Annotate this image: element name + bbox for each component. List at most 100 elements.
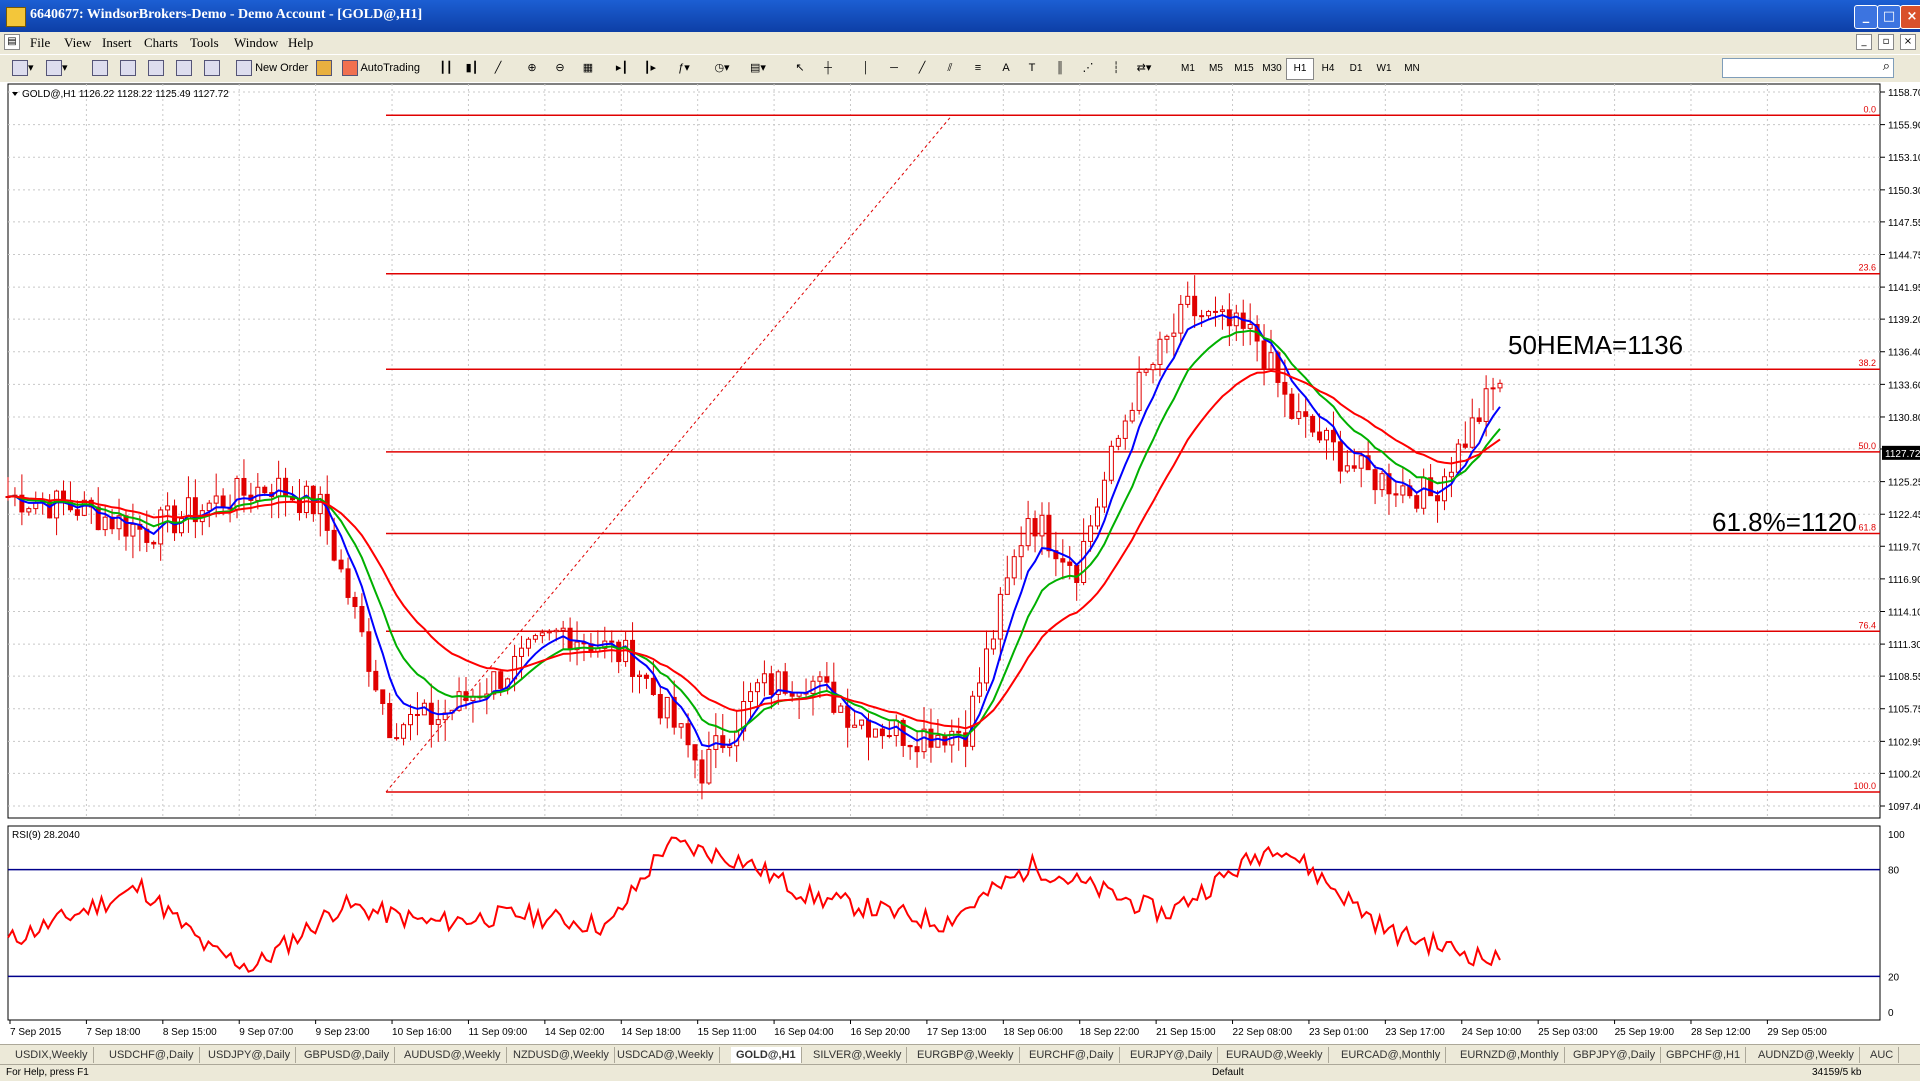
crosshair-icon[interactable]: ┼ [818, 58, 838, 78]
timeframe-d1[interactable]: D1 [1342, 58, 1370, 80]
candle-body [1330, 429, 1336, 443]
templates-icon[interactable]: ▤▾ [748, 58, 768, 78]
timeframe-h1[interactable]: H1 [1286, 58, 1314, 80]
data-window-icon[interactable] [118, 58, 138, 78]
chart-tab[interactable]: EURNZD@,Monthly [1455, 1047, 1565, 1063]
chart-tab[interactable]: AUDNZD@,Weekly [1753, 1047, 1860, 1063]
auto-scroll-icon[interactable]: ▸┃ [612, 58, 632, 78]
chart-tab[interactable]: GBPUSD@,Daily [299, 1047, 396, 1063]
profiles-icon[interactable]: ▾ [46, 58, 68, 78]
candle-body [810, 680, 816, 694]
candle-body [928, 728, 934, 748]
timeframe-m30[interactable]: M30 [1258, 58, 1286, 80]
search-icon: ⌕ [1882, 59, 1890, 74]
strategy-tester-icon[interactable] [202, 58, 222, 78]
zoom-out-icon[interactable]: ⊖ [550, 58, 570, 78]
chart-canvas[interactable]: 1158.70 1155.90 1153.10 1150.30 1147.55 1144.… [0, 82, 1920, 1044]
candle-body [754, 682, 760, 693]
time-tick-label: 25 Sep 19:00 [1615, 1027, 1675, 1038]
trendline-icon[interactable]: ╱ [912, 58, 932, 78]
timeframe-h4[interactable]: H4 [1314, 58, 1342, 80]
vertical-line-icon[interactable]: │ [856, 58, 876, 78]
close-button[interactable]: × [1900, 5, 1920, 29]
arrows-icon[interactable]: ⇄▾ [1134, 58, 1154, 78]
maximize-button[interactable]: □ [1877, 5, 1901, 29]
fibonacci-icon[interactable]: ≡ [968, 58, 988, 78]
bar-chart-icon[interactable]: ┃┃ [436, 58, 456, 78]
menu-tools[interactable]: Tools [190, 35, 219, 51]
timeframe-m5[interactable]: M5 [1202, 58, 1230, 80]
horizontal-line-icon[interactable]: ─ [884, 58, 904, 78]
menu-help[interactable]: Help [288, 35, 313, 51]
chart-tab[interactable]: EURCAD@,Monthly [1336, 1047, 1447, 1063]
text-label-icon[interactable]: T [1022, 58, 1042, 78]
candle-body [1157, 338, 1163, 365]
new-chart-icon[interactable]: ▾ [12, 58, 34, 78]
candle-body [879, 728, 885, 737]
chart-tab[interactable]: GBPCHF@,H1 [1661, 1047, 1747, 1063]
metaeditor-icon[interactable] [314, 58, 334, 78]
mdi-restore-icon[interactable]: ▫ [1878, 34, 1894, 50]
mdi-minimize-icon[interactable]: _ [1856, 34, 1872, 50]
gann-icon[interactable]: ║ [1050, 58, 1070, 78]
equidistant-channel-icon[interactable]: ⫽ [940, 58, 960, 78]
chart-tab[interactable]: EURAUD@,Weekly [1221, 1047, 1329, 1063]
chart-tab[interactable]: EURGBP@,Weekly [912, 1047, 1020, 1063]
terminal-icon[interactable] [174, 58, 194, 78]
candle-body [727, 745, 733, 749]
text-icon[interactable]: A [996, 58, 1016, 78]
main-pane [7, 83, 1881, 819]
search-input[interactable]: ⌕ [1722, 58, 1894, 78]
periods-icon[interactable]: ◷▾ [712, 58, 732, 78]
chart-tab[interactable]: USDJPY@,Daily [203, 1047, 297, 1063]
navigator-icon[interactable] [146, 58, 166, 78]
chart-tab[interactable]: GBPJPY@,Daily [1568, 1047, 1662, 1063]
menu-window[interactable]: Window [234, 35, 278, 51]
mdi-close-icon[interactable]: × [1900, 34, 1916, 50]
candle-body [1233, 312, 1239, 327]
chart-tab[interactable]: AUC [1865, 1047, 1900, 1063]
menu-bar: ▤ File View Insert Charts Tools Window H… [0, 32, 1920, 54]
candle-body [935, 734, 941, 748]
chart-tab[interactable]: USDCAD@,Weekly [612, 1047, 720, 1063]
line-chart-icon[interactable]: ╱ [488, 58, 508, 78]
chart-tab[interactable]: EURJPY@,Daily [1125, 1047, 1219, 1063]
chart-tab[interactable]: AUDUSD@,Weekly [399, 1047, 507, 1063]
menu-insert[interactable]: Insert [102, 35, 132, 51]
menu-view[interactable]: View [64, 35, 91, 51]
candle-body [1108, 445, 1114, 481]
chart-tab[interactable]: EURCHF@,Daily [1024, 1047, 1120, 1063]
fibo-fan-icon[interactable]: ⋰ [1078, 58, 1098, 78]
chart-tab[interactable]: NZDUSD@,Weekly [508, 1047, 615, 1063]
candle-body [657, 693, 663, 719]
market-watch-icon[interactable] [90, 58, 110, 78]
minimize-button[interactable]: _ [1854, 5, 1878, 29]
timeframe-m15[interactable]: M15 [1230, 58, 1258, 80]
autotrading-button[interactable]: AutoTrading [342, 58, 420, 78]
menu-file[interactable]: File [30, 35, 50, 51]
cursor-icon[interactable]: ↖ [790, 58, 810, 78]
timeframe-m1[interactable]: M1 [1174, 58, 1202, 80]
fibo-time-icon[interactable]: ┆ [1106, 58, 1126, 78]
annotation-hema: 50HEMA=1136 [1508, 330, 1683, 360]
indicators-icon[interactable]: ƒ▾ [674, 58, 694, 78]
chart-shift-icon[interactable]: ┃▸ [640, 58, 660, 78]
chart-tab[interactable]: SILVER@,Weekly [808, 1047, 908, 1063]
candlestick-icon[interactable]: ▮┃ [462, 58, 482, 78]
menu-charts[interactable]: Charts [144, 35, 178, 51]
document-icon[interactable]: ▤ [4, 34, 20, 50]
new-order-button[interactable]: New Order [236, 58, 308, 78]
chart-tab[interactable]: USDIX,Weekly [10, 1047, 94, 1063]
timeframe-w1[interactable]: W1 [1370, 58, 1398, 80]
chart-window[interactable]: 1158.70 1155.90 1153.10 1150.30 1147.55 1144.… [0, 82, 1920, 1046]
timeframe-mn[interactable]: MN [1398, 58, 1426, 80]
fib-level-label: 61.8 [1858, 522, 1876, 532]
candle-body [1261, 340, 1267, 370]
chart-tab[interactable]: GOLD@,H1 [731, 1047, 802, 1063]
chart-tab[interactable]: USDCHF@,Daily [104, 1047, 200, 1063]
candle-body [373, 670, 379, 691]
tile-windows-icon[interactable]: ▦ [578, 58, 598, 78]
zoom-in-icon[interactable]: ⊕ [522, 58, 542, 78]
candle-body [338, 559, 344, 570]
candle-body [317, 493, 323, 515]
